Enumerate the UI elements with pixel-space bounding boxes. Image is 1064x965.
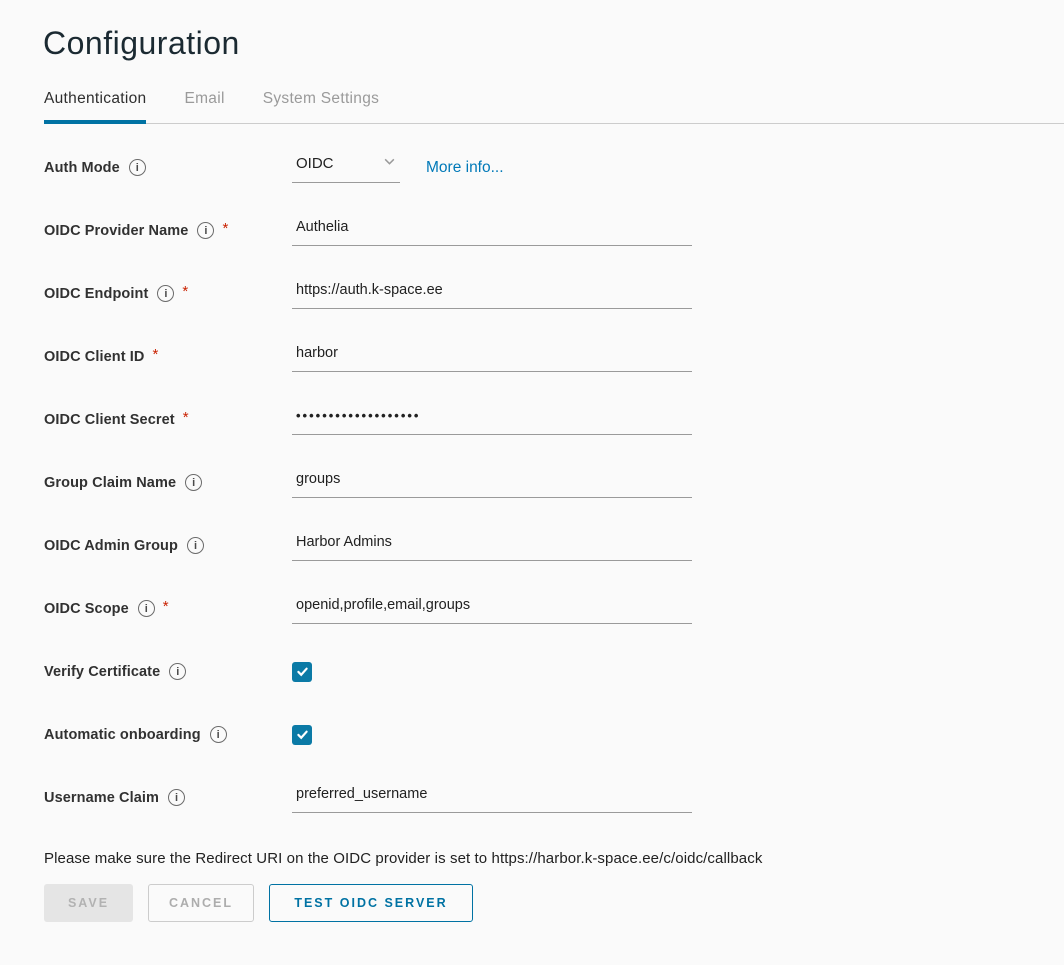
username-claim-input[interactable] <box>292 783 692 813</box>
required-asterisk: * <box>183 409 189 426</box>
field-label-group: OIDC Client Secret * <box>44 412 292 428</box>
automatic-onboarding-checkbox[interactable] <box>292 725 312 745</box>
form-row-oidc-provider-name: OIDC Provider Name i * <box>44 199 1064 262</box>
oidc-endpoint-input[interactable] <box>292 279 692 309</box>
info-icon[interactable]: i <box>210 726 227 743</box>
field-control <box>292 279 692 309</box>
configuration-page: Configuration Authentication Email System … <box>0 0 1064 922</box>
field-label: Username Claim <box>44 790 159 806</box>
field-control <box>292 468 692 498</box>
form-row-oidc-client-id: OIDC Client ID * <box>44 325 1064 388</box>
field-label: OIDC Client ID <box>44 349 145 365</box>
field-label: OIDC Provider Name <box>44 223 188 239</box>
field-label-group: OIDC Endpoint i * <box>44 285 292 302</box>
info-icon[interactable]: i <box>187 537 204 554</box>
action-buttons: SAVE CANCEL TEST OIDC SERVER <box>44 884 1064 922</box>
field-label-group: Group Claim Name i <box>44 474 292 491</box>
field-control <box>292 405 692 435</box>
select-value: OIDC <box>296 155 334 172</box>
tabs: Authentication Email System Settings <box>44 90 1064 124</box>
field-label-group: OIDC Admin Group i <box>44 537 292 554</box>
field-control <box>292 531 692 561</box>
more-info-link[interactable]: More info... <box>426 159 504 177</box>
form-row-group-claim-name: Group Claim Name i <box>44 451 1064 514</box>
tab-email[interactable]: Email <box>184 90 224 123</box>
field-label-group: Auth Mode i <box>44 159 292 176</box>
oidc-scope-input[interactable] <box>292 594 692 624</box>
field-label-group: OIDC Client ID * <box>44 349 292 365</box>
auth-config-form: Auth Mode i OIDC More info... OIDC Provider … <box>44 136 1064 829</box>
field-control <box>292 342 692 372</box>
form-row-username-claim: Username Claim i <box>44 766 1064 829</box>
form-row-automatic-onboarding: Automatic onboarding i <box>44 703 1064 766</box>
form-row-oidc-admin-group: OIDC Admin Group i <box>44 514 1064 577</box>
redirect-uri-note: Please make sure the Redirect URI on the… <box>44 850 1064 867</box>
field-label: OIDC Admin Group <box>44 538 178 554</box>
chevron-down-icon <box>383 155 396 173</box>
form-row-oidc-client-secret: OIDC Client Secret * <box>44 388 1064 451</box>
auth-mode-select[interactable]: OIDC <box>292 153 400 183</box>
field-control <box>292 662 312 682</box>
field-label: Auth Mode <box>44 160 120 176</box>
field-label: OIDC Client Secret <box>44 412 175 428</box>
cancel-button[interactable]: CANCEL <box>148 884 254 922</box>
field-label: Verify Certificate <box>44 664 160 680</box>
field-label-group: OIDC Provider Name i * <box>44 222 292 239</box>
field-label-group: Verify Certificate i <box>44 663 292 680</box>
info-icon[interactable]: i <box>138 600 155 617</box>
field-control <box>292 216 692 246</box>
page-title: Configuration <box>43 25 1064 62</box>
group-claim-name-input[interactable] <box>292 468 692 498</box>
info-icon[interactable]: i <box>169 663 186 680</box>
test-oidc-server-button[interactable]: TEST OIDC SERVER <box>269 884 473 922</box>
required-asterisk: * <box>222 220 228 237</box>
field-control <box>292 594 692 624</box>
required-asterisk: * <box>163 598 169 615</box>
tab-system-settings[interactable]: System Settings <box>263 90 380 123</box>
field-label: Group Claim Name <box>44 475 176 491</box>
required-asterisk: * <box>153 346 159 363</box>
form-row-oidc-endpoint: OIDC Endpoint i * <box>44 262 1064 325</box>
oidc-admin-group-input[interactable] <box>292 531 692 561</box>
required-asterisk: * <box>182 283 188 300</box>
oidc-client-secret-input[interactable] <box>292 405 692 435</box>
form-row-oidc-scope: OIDC Scope i * <box>44 577 1064 640</box>
info-icon[interactable]: i <box>129 159 146 176</box>
field-label-group: Username Claim i <box>44 789 292 806</box>
verify-certificate-checkbox[interactable] <box>292 662 312 682</box>
info-icon[interactable]: i <box>197 222 214 239</box>
tab-authentication[interactable]: Authentication <box>44 90 146 124</box>
field-label: Automatic onboarding <box>44 727 201 743</box>
field-control: OIDC More info... <box>292 153 504 183</box>
form-row-verify-certificate: Verify Certificate i <box>44 640 1064 703</box>
form-row-auth-mode: Auth Mode i OIDC More info... <box>44 136 1064 199</box>
info-icon[interactable]: i <box>157 285 174 302</box>
save-button[interactable]: SAVE <box>44 884 133 922</box>
field-control <box>292 725 312 745</box>
info-icon[interactable]: i <box>185 474 202 491</box>
oidc-client-id-input[interactable] <box>292 342 692 372</box>
oidc-provider-name-input[interactable] <box>292 216 692 246</box>
field-label: OIDC Endpoint <box>44 286 148 302</box>
info-icon[interactable]: i <box>168 789 185 806</box>
field-label-group: OIDC Scope i * <box>44 600 292 617</box>
field-label: OIDC Scope <box>44 601 129 617</box>
field-label-group: Automatic onboarding i <box>44 726 292 743</box>
field-control <box>292 783 692 813</box>
